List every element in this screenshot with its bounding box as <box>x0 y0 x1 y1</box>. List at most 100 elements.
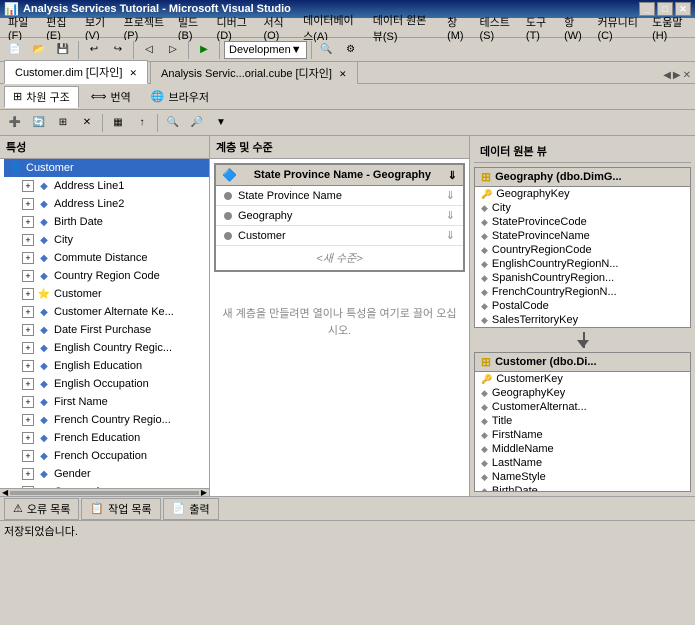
tab-scroll-left[interactable]: ◀ <box>663 70 671 81</box>
attr-icon11: ◆ <box>36 376 52 392</box>
expand-customer[interactable]: + <box>22 288 34 300</box>
tree-item-datefirst[interactable]: + ◆ Date First Purchase <box>20 321 209 339</box>
attr-icon15: ◆ <box>36 448 52 464</box>
tree-item-engeducation[interactable]: + ◆ English Education <box>20 357 209 375</box>
tab-cube[interactable]: Analysis Servic...orial.cube [디자인] ✕ <box>150 61 358 84</box>
hierarchy-chevron[interactable]: ⇓ <box>448 169 457 182</box>
tree-item-commute[interactable]: + ◆ Commute Distance <box>20 249 209 267</box>
expand-engoccupation[interactable]: + <box>22 378 34 390</box>
tree-item-countrycode[interactable]: + ◆ Country Region Code <box>20 267 209 285</box>
tree-item-engoccupation[interactable]: + ◆ English Occupation <box>20 375 209 393</box>
key-icon-cust: 🔑 <box>481 374 492 385</box>
expand-birthdate[interactable]: + <box>22 216 34 228</box>
expand-engcountry[interactable]: + <box>22 342 34 354</box>
add-btn[interactable]: ➕ <box>4 113 26 133</box>
sub-tab-dimension[interactable]: ⊞ 차원 구조 <box>4 86 79 108</box>
new-btn[interactable]: 📄 <box>4 40 26 60</box>
field-icon-territory: ◆ <box>481 315 488 326</box>
menu-datasource[interactable]: 데이터 원본 뷰(S) <box>367 10 441 46</box>
tree-item-engcountry[interactable]: + ◆ English Country Regic... <box>20 339 209 357</box>
expand-engeducation[interactable]: + <box>22 360 34 372</box>
hierarchy-title: State Province Name - Geography <box>254 169 431 181</box>
geography-field-statecode: ◆ StateProvinceCode <box>475 215 690 229</box>
dim-grid-btn[interactable]: ⊞ <box>52 113 74 133</box>
undo-btn[interactable]: ↩ <box>83 40 105 60</box>
more-btn[interactable]: ▼ <box>210 113 232 133</box>
menu-help[interactable]: 도움말(H) <box>646 12 693 44</box>
refresh-btn[interactable]: 🔄 <box>28 113 50 133</box>
delete-btn[interactable]: ✕ <box>76 113 98 133</box>
expand-datefirst[interactable]: + <box>22 324 34 336</box>
level-chevron-geography[interactable]: ⇓ <box>446 209 455 222</box>
zoom-btn[interactable]: 🔍 <box>162 113 184 133</box>
menu-hang[interactable]: 항(W) <box>558 12 591 44</box>
redo-btn[interactable]: ↪ <box>107 40 129 60</box>
hierarchy-level-state[interactable]: State Province Name ⇓ <box>216 186 463 206</box>
tab-customer-dim[interactable]: Customer.dim [디자인] ✕ <box>4 60 148 84</box>
search-btn[interactable]: 🔍 <box>316 40 338 60</box>
hscroll-right[interactable]: ▶ <box>201 488 207 497</box>
back-btn[interactable]: ◁ <box>138 40 160 60</box>
customer-field-geokey: ◆ GeographyKey <box>475 386 690 400</box>
search-dim-btn[interactable]: 🔎 <box>186 113 208 133</box>
hierarchy-level-geography[interactable]: Geography ⇓ <box>216 206 463 226</box>
expand-gender[interactable]: + <box>22 468 34 480</box>
tree-item-firstname[interactable]: + ◆ First Name <box>20 393 209 411</box>
play-btn[interactable]: ▶ <box>193 40 215 60</box>
new-level-btn[interactable]: <새 수준> <box>216 246 463 270</box>
table-btn[interactable]: ▦ <box>107 113 129 133</box>
up-btn[interactable]: ↑ <box>131 113 153 133</box>
tree-item-birthdate[interactable]: + ◆ Birth Date <box>20 213 209 231</box>
sep4 <box>219 41 220 59</box>
tree-item-gender[interactable]: + ◆ Gender <box>20 465 209 483</box>
expand-countrycode[interactable]: + <box>22 270 34 282</box>
bottom-tab-tasks[interactable]: 📋 작업 목록 <box>81 498 160 520</box>
tree-item-frenchcountry[interactable]: + ◆ French Country Regio... <box>20 411 209 429</box>
sub-tab-translation[interactable]: ⟺ 번역 <box>83 87 139 107</box>
bottom-tab-output[interactable]: 📄 출력 <box>163 498 219 520</box>
tree-item-address1[interactable]: + ◆ Address Line1 <box>20 177 209 195</box>
datasource-panel: 데이터 원본 뷰 ⊞ Geography (dbo.DimG... 🔑 Geog… <box>470 136 695 496</box>
tree-item-frenchoccupation[interactable]: + ◆ French Occupation <box>20 447 209 465</box>
field-icon-statename: ◆ <box>481 231 488 242</box>
properties-panel: 특성 👤 Customer + ◆ Address Line1 + ◆ Addr… <box>0 136 210 496</box>
tab-close-btn2[interactable]: ✕ <box>339 69 347 79</box>
expand-frencheducation[interactable]: + <box>22 432 34 444</box>
level-chevron-state[interactable]: ⇓ <box>446 189 455 202</box>
expand-city[interactable]: + <box>22 234 34 246</box>
expand-frenchcountry[interactable]: + <box>22 414 34 426</box>
options-btn[interactable]: ⚙ <box>340 40 362 60</box>
tab-close-btn[interactable]: ✕ <box>129 68 137 78</box>
open-btn[interactable]: 📂 <box>28 40 50 60</box>
level-chevron-customer[interactable]: ⇓ <box>446 229 455 242</box>
menu-tools[interactable]: 도구(T) <box>520 12 558 44</box>
hierarchy-level-customer[interactable]: Customer ⇓ <box>216 226 463 246</box>
menu-window[interactable]: 창(M) <box>441 12 473 44</box>
tree-item-customeralt[interactable]: + ◆ Customer Alternate Ke... <box>20 303 209 321</box>
hscroll-left[interactable]: ◀ <box>2 488 8 497</box>
sub-tab-browser[interactable]: 🌐 브라우저 <box>143 87 217 107</box>
tab-scroll-right[interactable]: ▶ <box>673 70 681 81</box>
bottom-tab-errors[interactable]: ⚠ 오류 목록 <box>4 498 79 520</box>
expand-address1[interactable]: + <box>22 180 34 192</box>
expand-firstname[interactable]: + <box>22 396 34 408</box>
tree-item-city[interactable]: + ◆ City <box>20 231 209 249</box>
save-btn[interactable]: 💾 <box>52 40 74 60</box>
level-dot-state <box>224 192 232 200</box>
menu-community[interactable]: 커뮤니티(C) <box>591 12 646 44</box>
tree-item-frencheducation[interactable]: + ◆ French Education <box>20 429 209 447</box>
expand-address2[interactable]: + <box>22 198 34 210</box>
config-dropdown[interactable]: Developmen ▼ <box>224 41 307 59</box>
tree-item-address2[interactable]: + ◆ Address Line2 <box>20 195 209 213</box>
menu-debug[interactable]: 디버그(D) <box>211 12 258 44</box>
tree-item-customer-root[interactable]: 👤 Customer <box>4 159 209 177</box>
menu-test[interactable]: 테스트(S) <box>473 12 519 44</box>
expand-commute[interactable]: + <box>22 252 34 264</box>
menu-format[interactable]: 서식(O) <box>257 12 297 44</box>
attr-icon10: ◆ <box>36 358 52 374</box>
forward-btn[interactable]: ▷ <box>162 40 184 60</box>
tab-close-all[interactable]: ✕ <box>683 70 691 81</box>
expand-frenchoccupation[interactable]: + <box>22 450 34 462</box>
tree-item-customer-attr[interactable]: + ⭐ Customer <box>20 285 209 303</box>
expand-customeralt[interactable]: + <box>22 306 34 318</box>
